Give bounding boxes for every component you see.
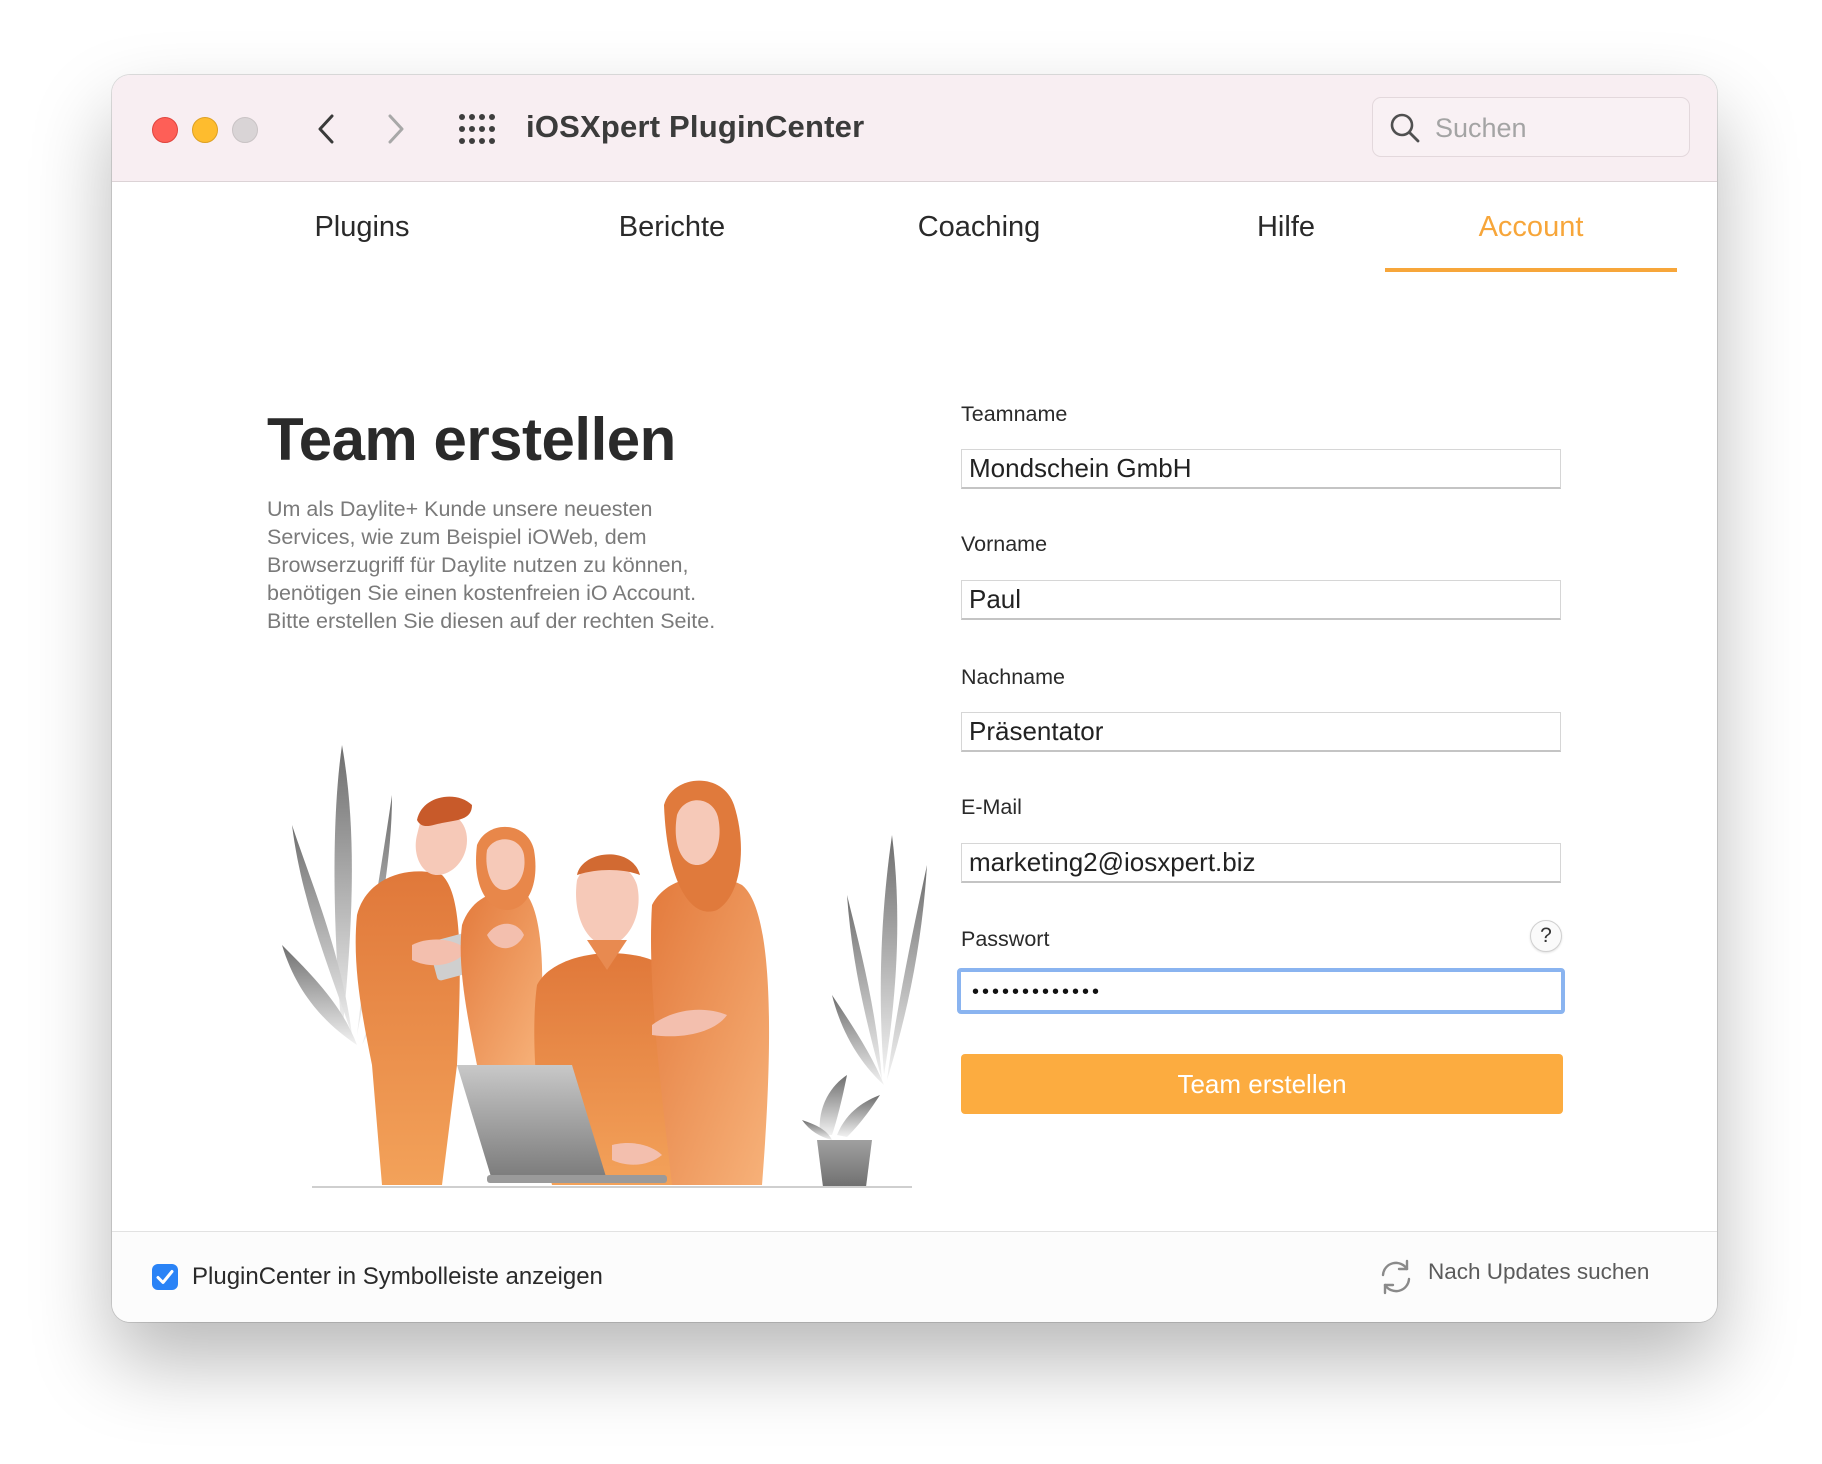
help-icon[interactable]: ? (1530, 920, 1562, 952)
email-label: E-Mail (961, 795, 1022, 819)
zoom-window-button[interactable] (232, 117, 258, 143)
password-value: ••••••••••••• (972, 981, 1103, 1003)
minimize-window-button[interactable] (192, 117, 218, 143)
refresh-icon[interactable] (1376, 1257, 1416, 1297)
app-window: iOSXpert PluginCenter Plugins Berichte C… (112, 75, 1717, 1322)
nachname-label: Nachname (961, 665, 1065, 689)
grid-icon[interactable] (458, 113, 496, 145)
tab-hilfe[interactable]: Hilfe (1176, 211, 1396, 244)
tab-berichte[interactable]: Berichte (562, 211, 782, 244)
check-updates-link[interactable]: Nach Updates suchen (1428, 1259, 1649, 1285)
show-in-toolbar-checkbox[interactable] (152, 1264, 178, 1290)
search-field[interactable] (1372, 97, 1690, 157)
page-title: Team erstellen (267, 406, 676, 473)
footer-bar: PluginCenter in Symbolleiste anzeigen Na… (112, 1231, 1717, 1322)
vorname-label: Vorname (961, 532, 1048, 556)
close-window-button[interactable] (152, 117, 178, 143)
tab-bar: Plugins Berichte Coaching Hilfe Account (112, 181, 1717, 277)
show-in-toolbar-label[interactable]: PluginCenter in Symbolleiste anzeigen (192, 1263, 603, 1291)
chevron-left-icon (318, 114, 334, 144)
email-field[interactable] (961, 843, 1561, 883)
active-tab-indicator (1385, 268, 1677, 272)
team-erstellen-button[interactable]: Team erstellen (961, 1054, 1563, 1114)
page-description: Um als Daylite+ Kunde unsere neuesten Se… (267, 497, 716, 633)
tab-plugins[interactable]: Plugins (252, 211, 472, 244)
tab-account[interactable]: Account (1421, 211, 1641, 244)
chevron-right-icon (388, 114, 404, 144)
teamname-label: Teamname (961, 402, 1068, 426)
teamname-field[interactable] (961, 449, 1561, 489)
passwort-label: Passwort (961, 927, 1050, 951)
vorname-field[interactable] (961, 580, 1561, 620)
team-illustration (282, 745, 927, 1188)
app-title: iOSXpert PluginCenter (526, 109, 865, 144)
search-icon (1390, 113, 1420, 143)
forward-button[interactable] (376, 105, 416, 153)
search-input[interactable] (1433, 106, 1677, 150)
checkmark-icon (156, 1270, 174, 1284)
back-button[interactable] (306, 105, 346, 153)
nachname-field[interactable] (961, 712, 1561, 752)
tab-coaching[interactable]: Coaching (869, 211, 1089, 244)
titlebar: iOSXpert PluginCenter (112, 75, 1717, 182)
